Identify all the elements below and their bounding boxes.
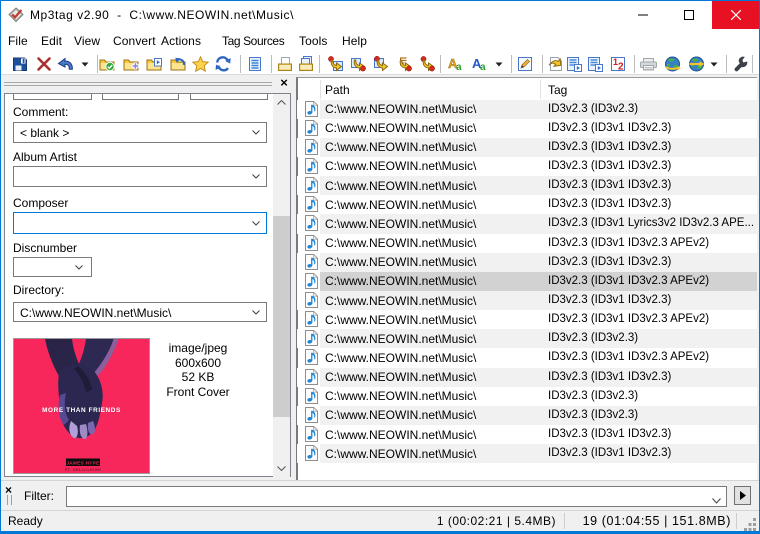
svg-text:MORE THAN FRIENDS: MORE THAN FRIENDS <box>42 407 121 414</box>
svg-text:a: a <box>480 62 486 72</box>
svg-text:a: a <box>456 62 462 72</box>
svg-text:FT. KELLI-LEIGH: FT. KELLI-LEIGH <box>65 468 101 472</box>
svg-text:JAMES HYPE: JAMES HYPE <box>66 460 99 465</box>
svg-text:2: 2 <box>618 62 624 73</box>
